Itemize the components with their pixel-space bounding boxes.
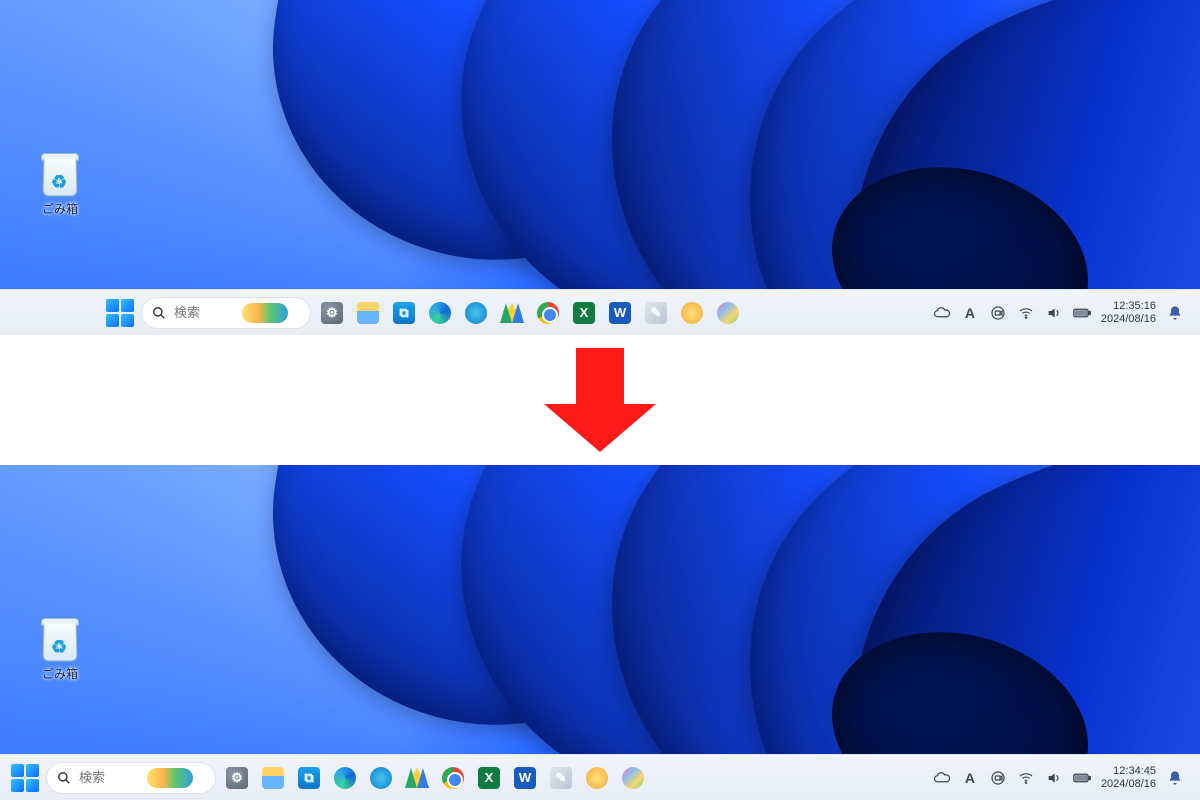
- taskbar-clock[interactable]: 12:34:45 2024/08/16: [1101, 765, 1156, 790]
- task-word[interactable]: W: [510, 763, 540, 793]
- recycle-bin-label: ごみ箱: [42, 200, 78, 217]
- word-icon: W: [514, 767, 536, 789]
- search-icon: [152, 306, 166, 320]
- onenote-icon: ✎: [550, 767, 572, 789]
- down-arrow-icon: [544, 348, 656, 452]
- taskbar-center-group: ⚙ ⧉ X W ✎: [105, 297, 743, 329]
- system-tray: A 12:35:16 2024/08/16: [933, 300, 1190, 325]
- wifi-icon[interactable]: [1017, 304, 1035, 322]
- onenote-icon: ✎: [645, 302, 667, 324]
- recycle-bin[interactable]: ♻ ごみ箱: [26, 150, 94, 217]
- recycle-bin-icon: ♻: [39, 150, 81, 196]
- search-icon: [57, 771, 71, 785]
- meet-now-icon[interactable]: [989, 769, 1007, 787]
- recycle-bin[interactable]: ♻ ごみ箱: [26, 615, 94, 682]
- taskbar-after: ⚙ ⧉ X W ✎ A 12:34:4: [0, 754, 1200, 800]
- ime-indicator[interactable]: A: [961, 304, 979, 322]
- search-input[interactable]: [174, 305, 234, 320]
- task-file-explorer[interactable]: [258, 763, 288, 793]
- volume-icon[interactable]: [1045, 769, 1063, 787]
- clock-time: 12:34:45: [1101, 765, 1156, 778]
- chrome-icon: [537, 302, 559, 324]
- task-thunderbird[interactable]: [366, 763, 396, 793]
- desktop-after: ♻ ごみ箱 ⚙ ⧉ X W ✎: [0, 465, 1200, 800]
- paint-icon: [622, 767, 644, 789]
- task-microsoft-store[interactable]: ⧉: [389, 298, 419, 328]
- settings-icon: ⚙: [226, 767, 248, 789]
- transition-arrow-area: [0, 335, 1200, 465]
- notifications-icon[interactable]: [1166, 769, 1184, 787]
- task-excel[interactable]: X: [569, 298, 599, 328]
- ime-indicator[interactable]: A: [961, 769, 979, 787]
- file-explorer-icon: [262, 767, 284, 789]
- task-powertoys[interactable]: [677, 298, 707, 328]
- powertoys-icon: [681, 302, 703, 324]
- recycle-bin-icon: ♻: [39, 615, 81, 661]
- task-chrome[interactable]: [533, 298, 563, 328]
- task-chrome[interactable]: [438, 763, 468, 793]
- task-settings[interactable]: ⚙: [317, 298, 347, 328]
- onedrive-tray-icon[interactable]: [933, 769, 951, 787]
- task-google-drive[interactable]: [402, 763, 432, 793]
- task-onenote[interactable]: ✎: [546, 763, 576, 793]
- settings-icon: ⚙: [321, 302, 343, 324]
- thunderbird-icon: [465, 302, 487, 324]
- microsoft-store-icon: ⧉: [393, 302, 415, 324]
- task-settings[interactable]: ⚙: [222, 763, 252, 793]
- chrome-icon: [442, 767, 464, 789]
- taskbar-search[interactable]: [141, 297, 311, 329]
- task-word[interactable]: W: [605, 298, 635, 328]
- task-excel[interactable]: X: [474, 763, 504, 793]
- start-button[interactable]: [105, 298, 135, 328]
- edge-icon: [334, 767, 356, 789]
- powertoys-icon: [586, 767, 608, 789]
- battery-icon[interactable]: [1073, 304, 1091, 322]
- wallpaper-bloom: [0, 465, 1200, 800]
- search-input[interactable]: [79, 770, 139, 785]
- microsoft-store-icon: ⧉: [298, 767, 320, 789]
- onedrive-tray-icon[interactable]: [933, 304, 951, 322]
- taskbar-search[interactable]: [46, 762, 216, 794]
- excel-icon: X: [478, 767, 500, 789]
- volume-icon[interactable]: [1045, 304, 1063, 322]
- google-drive-icon: [406, 767, 428, 789]
- file-explorer-icon: [357, 302, 379, 324]
- task-google-drive[interactable]: [497, 298, 527, 328]
- google-drive-icon: [501, 302, 523, 324]
- notifications-icon[interactable]: [1166, 304, 1184, 322]
- edge-icon: [429, 302, 451, 324]
- paint-icon: [717, 302, 739, 324]
- excel-icon: X: [573, 302, 595, 324]
- clock-date: 2024/08/16: [1101, 313, 1156, 326]
- wallpaper-bloom: [0, 0, 1200, 335]
- task-edge[interactable]: [330, 763, 360, 793]
- task-powertoys[interactable]: [582, 763, 612, 793]
- meet-now-icon[interactable]: [989, 304, 1007, 322]
- clock-date: 2024/08/16: [1101, 778, 1156, 791]
- search-highlight-art: [242, 303, 288, 323]
- task-onenote[interactable]: ✎: [641, 298, 671, 328]
- word-icon: W: [609, 302, 631, 324]
- task-thunderbird[interactable]: [461, 298, 491, 328]
- taskbar-clock[interactable]: 12:35:16 2024/08/16: [1101, 300, 1156, 325]
- system-tray: A 12:34:45 2024/08/16: [933, 765, 1190, 790]
- taskbar-before: ⚙ ⧉ X W ✎ A 12:35:1: [0, 289, 1200, 335]
- taskbar-left-group: ⚙ ⧉ X W ✎: [10, 762, 648, 794]
- thunderbird-icon: [370, 767, 392, 789]
- task-edge[interactable]: [425, 298, 455, 328]
- start-button[interactable]: [10, 763, 40, 793]
- clock-time: 12:35:16: [1101, 300, 1156, 313]
- task-paint[interactable]: [713, 298, 743, 328]
- wifi-icon[interactable]: [1017, 769, 1035, 787]
- recycle-bin-label: ごみ箱: [42, 665, 78, 682]
- battery-icon[interactable]: [1073, 769, 1091, 787]
- search-highlight-art: [147, 768, 193, 788]
- task-file-explorer[interactable]: [353, 298, 383, 328]
- desktop-before: ♻ ごみ箱 ⚙ ⧉ X W ✎: [0, 0, 1200, 335]
- task-paint[interactable]: [618, 763, 648, 793]
- task-microsoft-store[interactable]: ⧉: [294, 763, 324, 793]
